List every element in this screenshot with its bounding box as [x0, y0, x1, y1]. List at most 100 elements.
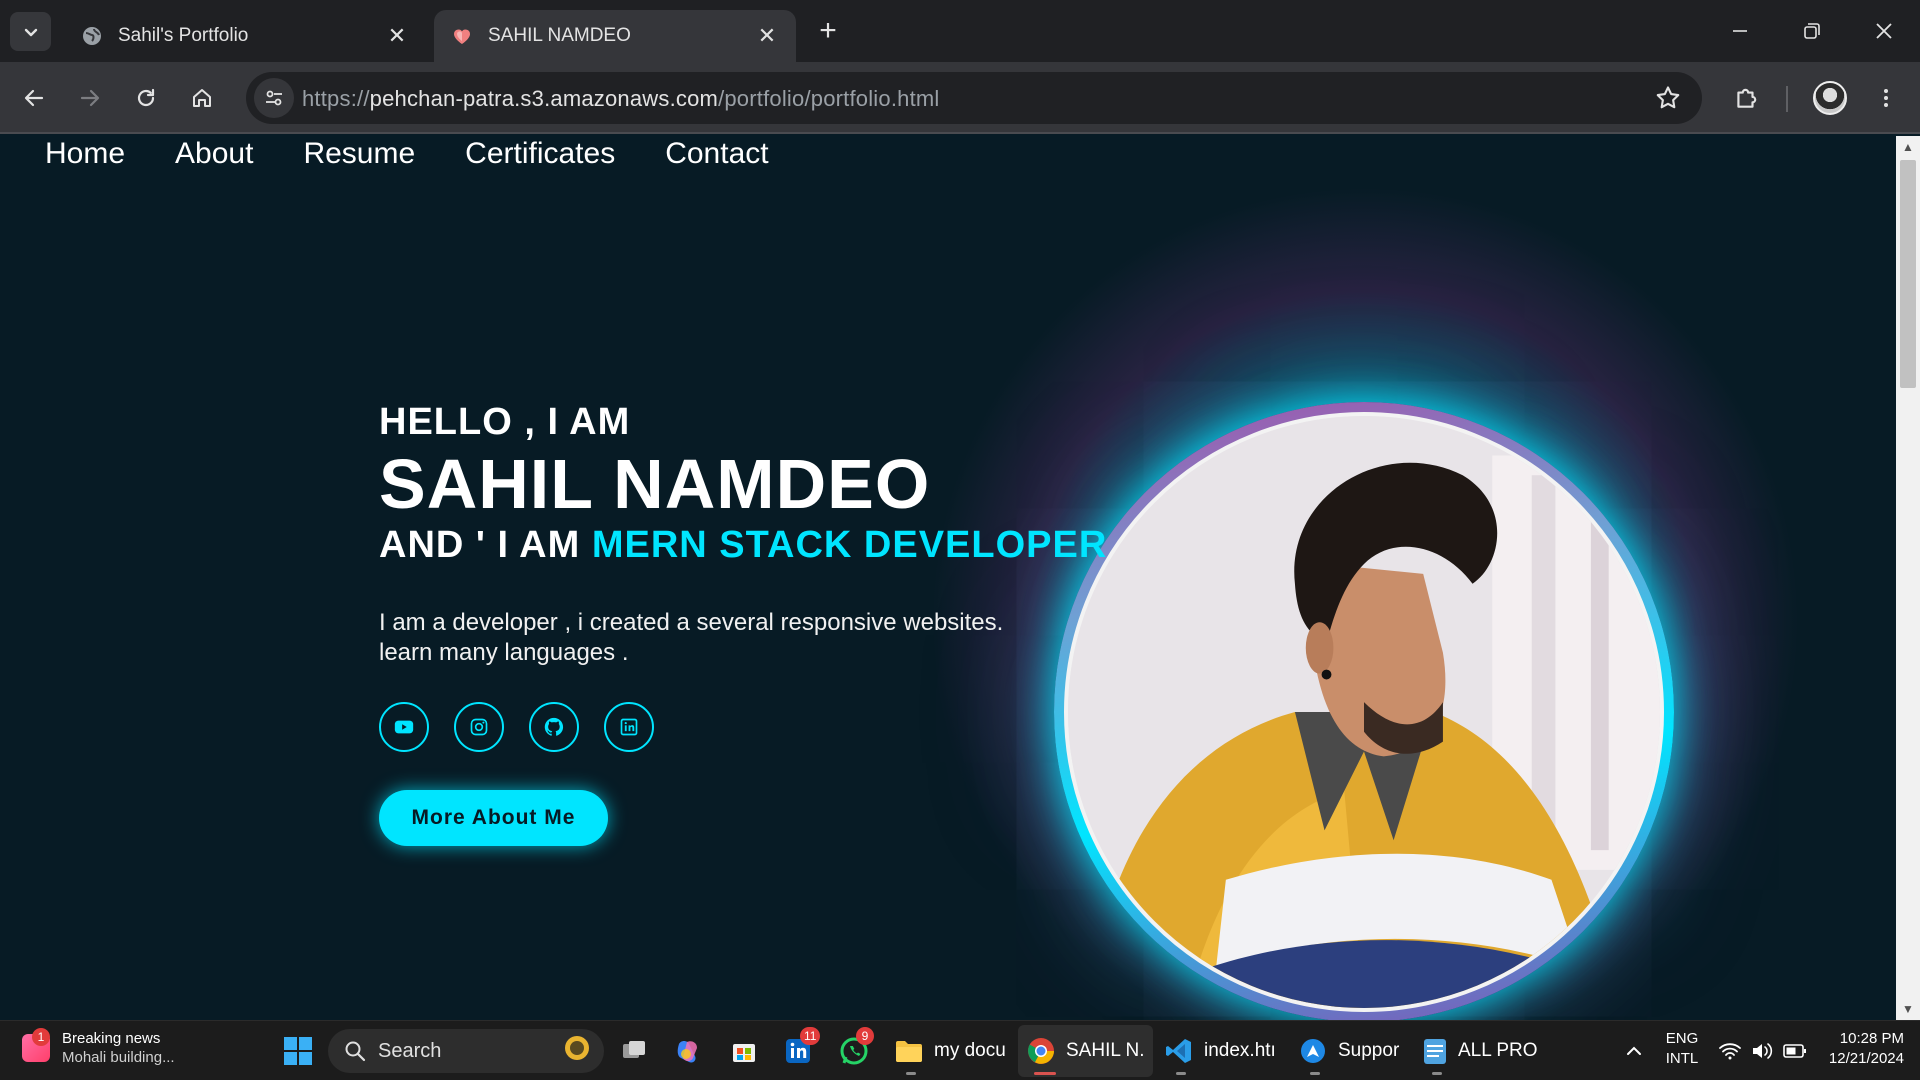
- nav-about[interactable]: About: [175, 136, 253, 172]
- show-hidden-icons-button[interactable]: [1616, 1033, 1652, 1069]
- hero-name: SAHIL NAMDEO: [379, 445, 931, 523]
- youtube-link[interactable]: [379, 702, 429, 752]
- clock-time: 10:28 PM: [1839, 1030, 1904, 1047]
- task-view-icon: [623, 1041, 645, 1058]
- nav-resume[interactable]: Resume: [303, 136, 415, 172]
- app-label: ALL PRO: [1458, 1040, 1538, 1061]
- tab-portfolio[interactable]: Sahil's Portfolio ✕: [64, 10, 426, 62]
- notification-badge: 11: [800, 1027, 821, 1045]
- linkedin-app-button[interactable]: 11: [780, 1027, 821, 1069]
- forward-button[interactable]: [70, 78, 110, 118]
- folder-icon: [896, 1041, 922, 1062]
- profile-photo: [1064, 412, 1664, 1012]
- store-button[interactable]: [726, 1033, 762, 1069]
- active-indicator: [1034, 1072, 1056, 1075]
- intro-line: I am a developer , i created a several r…: [379, 609, 1004, 636]
- taskbar-search[interactable]: Search: [328, 1029, 604, 1073]
- profile-photo-frame: [1054, 402, 1674, 1020]
- portrait-illustration: [1068, 416, 1660, 1008]
- page-scrollbar[interactable]: ▲ ▼: [1896, 136, 1920, 1020]
- running-indicator: [1176, 1072, 1186, 1075]
- site-info-button[interactable]: [254, 78, 294, 118]
- news-title: Breaking news: [62, 1030, 161, 1047]
- volume-icon: [1753, 1043, 1773, 1059]
- taskbar-app-support[interactable]: Suppor: [1290, 1025, 1407, 1077]
- bookmark-star-button[interactable]: [1654, 84, 1682, 112]
- profile-button[interactable]: [1810, 78, 1850, 118]
- instagram-link[interactable]: [454, 702, 504, 752]
- vscode-icon: [1166, 1039, 1191, 1063]
- tab-search-button[interactable]: [10, 12, 51, 51]
- close-icon[interactable]: ✕: [386, 23, 408, 48]
- tab-sahil-namdeo[interactable]: SAHIL NAMDEO ✕: [434, 10, 796, 62]
- minimize-button[interactable]: [1712, 10, 1768, 52]
- wifi-icon: [1719, 1043, 1741, 1060]
- scroll-thumb[interactable]: [1900, 160, 1916, 388]
- role-prefix: AND ' I AM: [379, 524, 592, 566]
- scroll-down-arrow[interactable]: ▼: [1896, 998, 1920, 1020]
- extensions-button[interactable]: [1726, 78, 1766, 118]
- toolbar-divider: [1786, 86, 1788, 112]
- search-highlight-icon: [560, 1033, 594, 1069]
- close-icon[interactable]: ✕: [756, 23, 778, 48]
- close-window-button[interactable]: [1856, 10, 1912, 52]
- taskbar-app-notepad[interactable]: ALL PRO: [1414, 1025, 1546, 1077]
- globe-icon: [80, 24, 104, 48]
- taskbar-app-chrome[interactable]: SAHIL N.: [1018, 1025, 1153, 1077]
- language-indicator[interactable]: ENG INTL: [1660, 1029, 1704, 1069]
- whatsapp-button[interactable]: 9: [836, 1027, 874, 1069]
- address-bar[interactable]: https://pehchan-patra.s3.amazonaws.com/p…: [246, 72, 1702, 124]
- hero-section: HELLO , I AM SAHIL NAMDEO AND ' I AM MER…: [379, 400, 1139, 668]
- lang-layout: INTL: [1665, 1050, 1699, 1067]
- nav-home[interactable]: Home: [45, 136, 125, 172]
- tab-strip: Sahil's Portfolio ✕ SAHIL NAMDEO ✕ +: [0, 0, 1920, 62]
- puzzle-icon: [1737, 88, 1757, 108]
- home-button[interactable]: [182, 78, 222, 118]
- clock[interactable]: 10:28 PM 12/21/2024: [1812, 1029, 1904, 1069]
- tab-title: Sahil's Portfolio: [118, 25, 249, 46]
- reload-button[interactable]: [126, 78, 166, 118]
- running-indicator: [1310, 1072, 1320, 1075]
- more-about-me-button[interactable]: More About Me: [379, 790, 608, 846]
- back-button[interactable]: [14, 78, 54, 118]
- site-nav: Home About Resume Certificates Contact: [45, 136, 819, 172]
- running-indicator: [1432, 1072, 1442, 1075]
- new-tab-button[interactable]: +: [812, 14, 844, 47]
- news-widget[interactable]: 1 Breaking news Mohali building...: [22, 1028, 175, 1067]
- restore-button[interactable]: [1784, 10, 1840, 52]
- running-indicator: [906, 1072, 916, 1075]
- support-icon: [1301, 1039, 1325, 1063]
- github-link[interactable]: [529, 702, 579, 752]
- browser-toolbar: https://pehchan-patra.s3.amazonaws.com/p…: [0, 62, 1920, 134]
- taskbar-app-explorer[interactable]: my docu: [886, 1025, 1014, 1077]
- news-subtitle: Mohali building...: [62, 1049, 175, 1066]
- scroll-up-arrow[interactable]: ▲: [1896, 136, 1920, 158]
- start-button[interactable]: [280, 1033, 316, 1069]
- news-icon: 1: [22, 1028, 50, 1062]
- menu-button[interactable]: [1866, 78, 1906, 118]
- nav-contact[interactable]: Contact: [665, 136, 768, 172]
- chrome-icon: [1028, 1038, 1054, 1064]
- search-placeholder: Search: [378, 1039, 442, 1062]
- portfolio-page: Home About Resume Certificates Contact H…: [0, 136, 1896, 1020]
- heart-icon: [450, 24, 474, 48]
- minimize-icon: [1733, 30, 1747, 32]
- intro-line: learn many languages .: [379, 639, 629, 666]
- taskbar-app-vscode[interactable]: index.htı: [1156, 1025, 1284, 1077]
- more-vertical-icon: [1884, 89, 1888, 107]
- copilot-button[interactable]: [670, 1033, 706, 1069]
- battery-icon: [1783, 1044, 1806, 1058]
- url-text: https://pehchan-patra.s3.amazonaws.com/p…: [302, 86, 940, 111]
- instagram-icon: [470, 718, 488, 736]
- hero-intro: I am a developer , i created a several r…: [379, 608, 1139, 668]
- nav-certificates[interactable]: Certificates: [465, 136, 615, 172]
- tab-title: SAHIL NAMDEO: [488, 25, 631, 46]
- system-tray-status[interactable]: [1708, 1033, 1818, 1069]
- restore-icon: [1804, 23, 1820, 39]
- windows-logo-icon: [284, 1037, 312, 1065]
- linkedin-link[interactable]: [604, 702, 654, 752]
- role-title: MERN STACK DEVELOPER: [591, 524, 1108, 566]
- arrow-right-icon: [80, 89, 100, 107]
- task-view-button[interactable]: [616, 1033, 652, 1069]
- home-icon: [193, 89, 211, 107]
